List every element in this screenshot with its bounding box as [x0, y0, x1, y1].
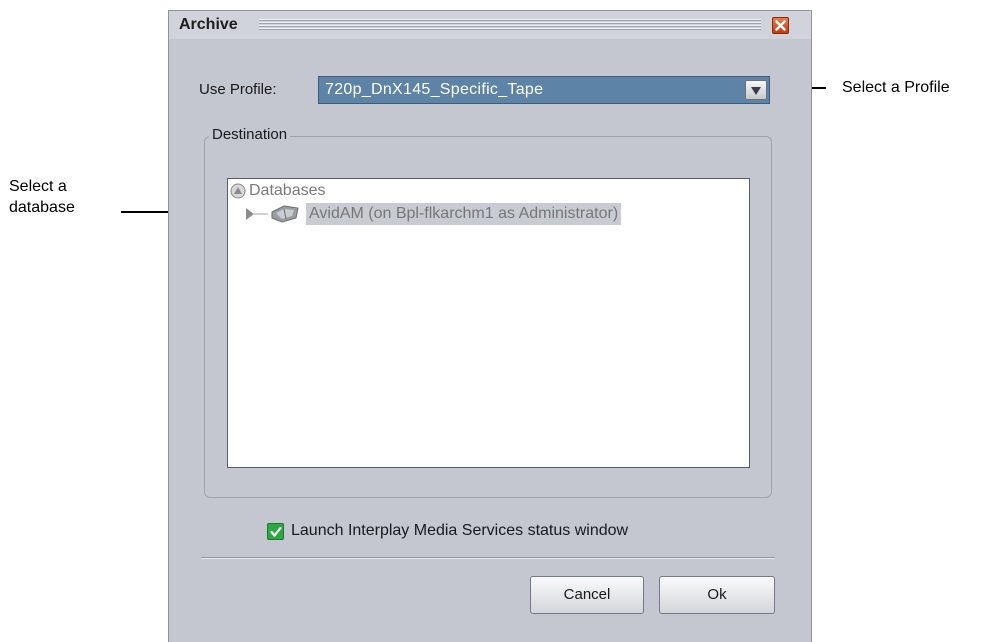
expand-arrow-icon[interactable]: [246, 208, 268, 220]
use-profile-label: Use Profile:: [199, 81, 277, 98]
tree-root-label: Databases: [249, 182, 326, 199]
tree-item-database[interactable]: AvidAM (on Bpl-flkarchm1 as Administrato…: [246, 203, 726, 225]
callout-database-line2: database: [9, 199, 75, 216]
button-divider: [201, 557, 775, 559]
close-icon: [775, 20, 786, 31]
close-button[interactable]: [772, 17, 789, 34]
callout-select-database: Select a database: [9, 176, 75, 218]
ok-button[interactable]: Ok: [659, 576, 775, 614]
dialog-title: Archive: [179, 16, 238, 33]
callout-database-line1: Select a: [9, 178, 67, 195]
cancel-button[interactable]: Cancel: [530, 576, 644, 614]
launch-status-label: Launch Interplay Media Services status w…: [291, 522, 629, 539]
database-tree[interactable]: Databases AvidAM (on Bpl-flkarchm1 as Ad…: [227, 178, 750, 468]
profile-select-value: 720p_DnX145_Specific_Tape: [325, 81, 544, 98]
archive-dialog: Archive Use Profile: 720p_DnX145_Specifi…: [168, 10, 812, 642]
profile-select[interactable]: 720p_DnX145_Specific_Tape: [318, 76, 770, 104]
launch-status-checkbox[interactable]: [267, 523, 284, 540]
destination-legend: Destination: [209, 126, 291, 143]
profile-dropdown-button[interactable]: [745, 80, 767, 100]
databases-root-icon: [230, 183, 246, 199]
database-icon: [271, 205, 299, 223]
tree-item-label: AvidAM (on Bpl-flkarchm1 as Administrato…: [306, 203, 622, 225]
checkmark-icon: [270, 526, 282, 537]
chevron-down-icon: [751, 87, 761, 95]
title-bar[interactable]: Archive: [169, 11, 811, 39]
callout-select-profile: Select a Profile: [842, 79, 950, 96]
title-bar-grip: [259, 19, 761, 31]
